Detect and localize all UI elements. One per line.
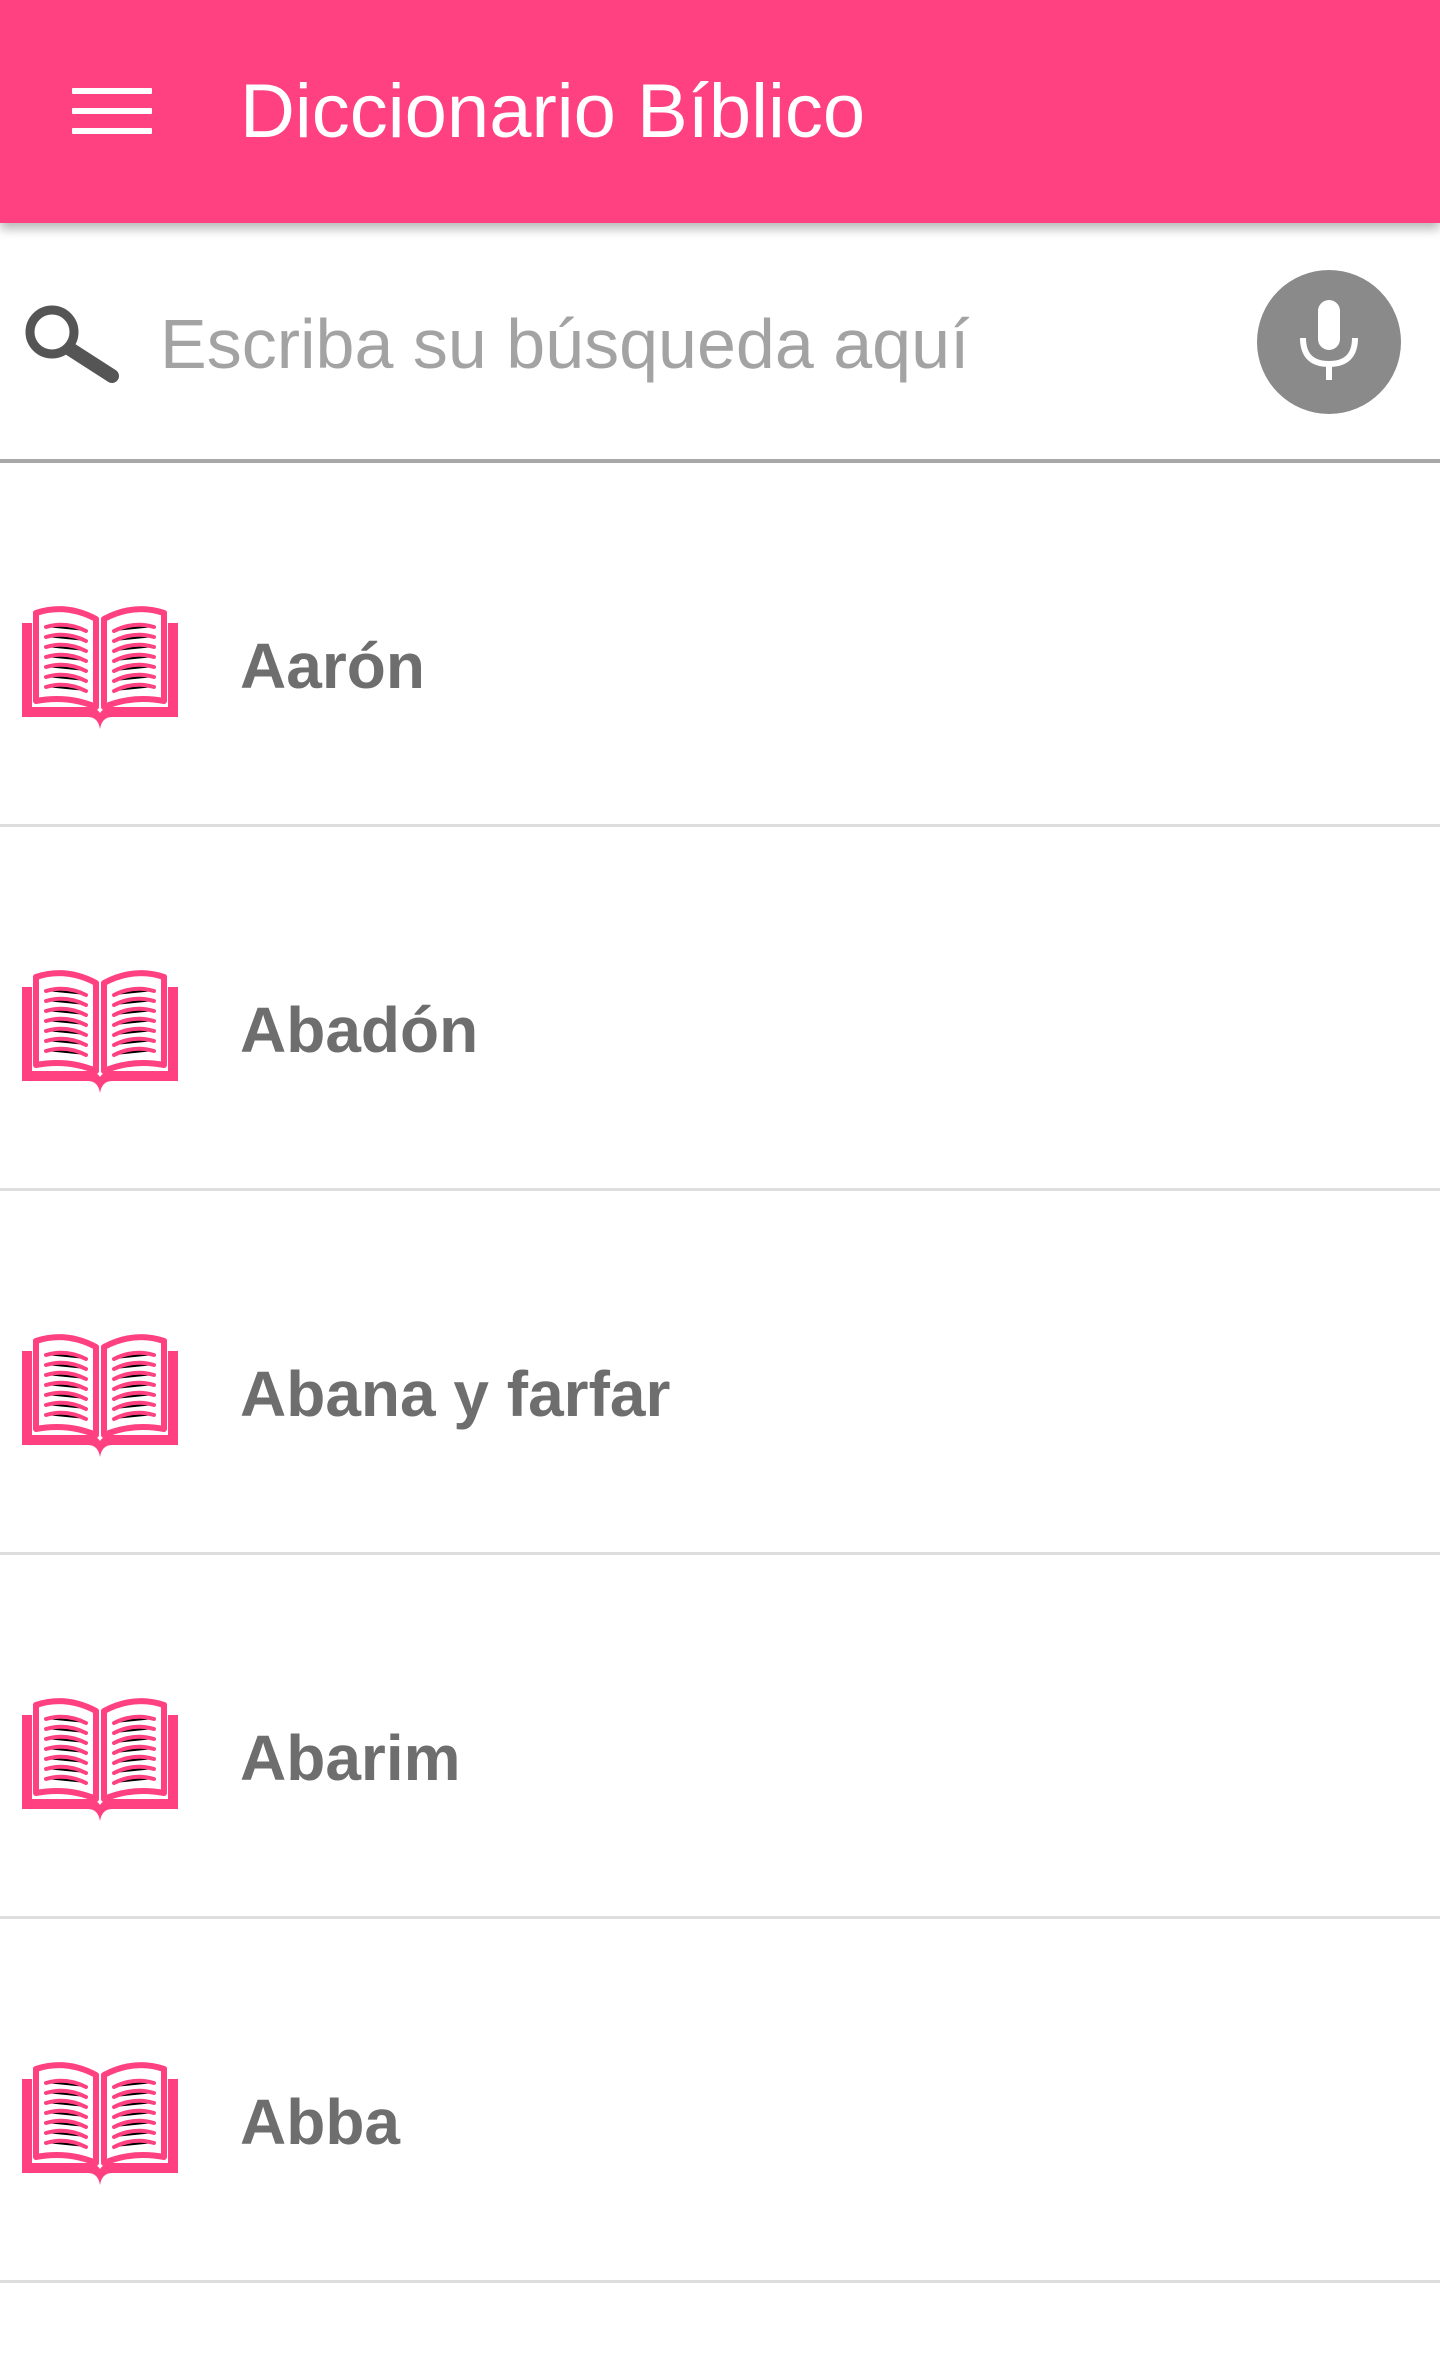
open-book-icon	[18, 2061, 182, 2187]
app-bar: Diccionario Bíblico	[0, 0, 1440, 223]
list-item[interactable]: Abba	[0, 1919, 1440, 2283]
open-book-icon	[18, 969, 182, 1095]
hamburger-menu-icon[interactable]	[52, 74, 172, 148]
open-book-icon	[18, 1697, 182, 1823]
search-icon	[25, 305, 119, 383]
list-item[interactable]: Abadón	[0, 827, 1440, 1191]
entry-label: Abarim	[240, 1722, 461, 1794]
entry-label: Abana y farfar	[240, 1358, 671, 1430]
list-item[interactable]: Abarim	[0, 1555, 1440, 1919]
dictionary-list: Aarón Abadón Abana y farfar Abarim Abba	[0, 463, 1440, 2283]
entry-label: Abba	[240, 2086, 400, 2158]
entry-label: Aarón	[240, 630, 425, 702]
list-item[interactable]: Abana y farfar	[0, 1191, 1440, 1555]
app-title: Diccionario Bíblico	[240, 69, 866, 154]
voice-search-button[interactable]	[1257, 270, 1401, 414]
menu-line	[72, 128, 152, 134]
search-input[interactable]	[160, 296, 1200, 392]
entry-label: Abadón	[240, 994, 479, 1066]
menu-line	[72, 108, 152, 114]
microphone-icon	[1300, 300, 1358, 380]
menu-line	[72, 88, 152, 94]
open-book-icon	[18, 1333, 182, 1459]
list-item[interactable]: Aarón	[0, 463, 1440, 827]
open-book-icon	[18, 605, 182, 731]
